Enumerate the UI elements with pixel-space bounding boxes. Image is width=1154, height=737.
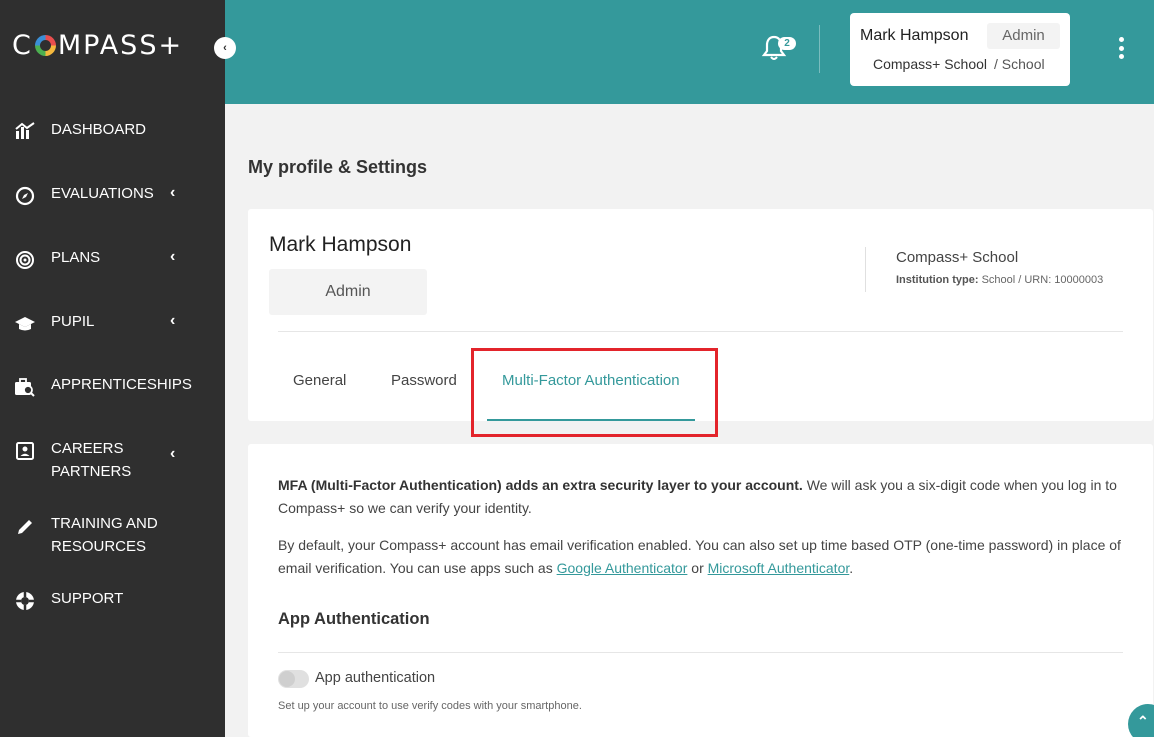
profile-divider — [865, 247, 866, 292]
chevron-left-icon: ‹ — [170, 312, 176, 329]
google-authenticator-link[interactable]: Google Authenticator — [557, 560, 688, 576]
logo-rest: MPASS+ — [57, 30, 184, 61]
header-user-type: / School — [994, 56, 1045, 72]
kebab-dot — [1118, 45, 1124, 51]
notification-count-badge: 2 — [778, 37, 796, 50]
institution-type-value: School / URN: 10000003 — [981, 274, 1104, 286]
header-user-name: Mark Hampson — [860, 27, 969, 44]
user-menu[interactable]: Mark Hampson Admin Compass+ School / Sch… — [850, 13, 1070, 86]
sidebar-item-label: DASHBOARD — [51, 121, 147, 138]
sidebar-item-label: TRAINING AND RESOURCES — [51, 515, 158, 555]
pencil-icon — [14, 516, 36, 538]
mfa-settings-card: MFA (Multi-Factor Authentication) adds a… — [248, 444, 1153, 737]
contact-card-icon — [14, 440, 36, 462]
profile-separator — [278, 331, 1123, 332]
sidebar-item-plans[interactable]: PLANS ‹ — [0, 246, 225, 270]
compass-logo[interactable]: C MPASS+ — [12, 30, 183, 61]
tab-password[interactable]: Password — [391, 372, 457, 389]
app-authentication-help: Set up your account to use verify codes … — [278, 700, 582, 712]
header-user-role: Admin — [987, 23, 1060, 49]
chart-icon — [14, 120, 36, 142]
profile-school: Compass+ School — [896, 249, 1019, 266]
graduation-cap-icon — [14, 313, 36, 335]
sidebar-item-label: CAREERS PARTNERS — [51, 440, 132, 480]
mfa-default-text: By default, your Compass+ account has em… — [278, 534, 1128, 579]
microsoft-authenticator-link[interactable]: Microsoft Authenticator — [708, 560, 850, 576]
sidebar-item-label: APPRENTICESHIPS — [51, 376, 192, 393]
mfa-or-text: or — [687, 559, 708, 576]
briefcase-search-icon — [14, 376, 36, 398]
sidebar: C MPASS+ DASHBOARD EVALUATIONS ‹ PLANS ‹ … — [0, 0, 225, 737]
lifebuoy-icon — [14, 590, 36, 612]
header-divider — [819, 25, 820, 73]
header-user-school: Compass+ School — [873, 56, 988, 72]
page-title: My profile & Settings — [248, 157, 428, 177]
app-authentication-heading: App Authentication — [278, 610, 430, 628]
chevron-up-icon: ⌃ — [1137, 713, 1149, 729]
tab-general[interactable]: General — [293, 372, 346, 389]
sidebar-item-pupil[interactable]: PUPIL ‹ — [0, 310, 225, 334]
section-separator — [278, 652, 1123, 653]
sidebar-item-support[interactable]: SUPPORT — [0, 587, 225, 611]
institution-info: Institution type: School / URN: 10000003 — [896, 274, 1103, 286]
compass-icon — [14, 185, 36, 207]
target-icon — [14, 249, 36, 271]
logo-c: C — [12, 30, 33, 61]
sidebar-item-apprenticeships[interactable]: APPRENTICESHIPS — [0, 373, 225, 397]
app-authentication-label: App authentication — [315, 670, 436, 686]
sidebar-item-careers-partners[interactable]: CAREERS PARTNERS ‹ — [0, 437, 225, 483]
top-header: 2 Mark Hampson Admin Compass+ School / S… — [225, 0, 1154, 104]
profile-role-badge: Admin — [269, 269, 427, 315]
sidebar-collapse-button[interactable]: ‹ — [214, 37, 236, 59]
chevron-left-icon: ‹ — [170, 184, 176, 201]
chevron-left-icon: ‹ — [223, 42, 227, 54]
profile-name: Mark Hampson — [269, 233, 412, 256]
mfa-intro-bold: MFA (Multi-Factor Authentication) adds a… — [278, 477, 803, 493]
kebab-dot — [1118, 37, 1124, 42]
more-options-icon[interactable] — [1118, 37, 1124, 59]
sidebar-item-dashboard[interactable]: DASHBOARD — [0, 118, 225, 142]
chevron-left-icon: ‹ — [170, 445, 176, 462]
highlight-annotation — [471, 348, 718, 437]
mfa-intro-text: MFA (Multi-Factor Authentication) adds a… — [278, 474, 1128, 519]
sidebar-item-training-resources[interactable]: TRAINING AND RESOURCES — [0, 512, 225, 558]
sidebar-item-label: SUPPORT — [51, 590, 124, 607]
institution-type-label: Institution type: — [896, 274, 979, 286]
logo-o-ring — [34, 35, 56, 56]
kebab-dot — [1118, 54, 1124, 59]
mfa-period: . — [849, 559, 854, 576]
app-authentication-toggle[interactable] — [278, 670, 309, 688]
chevron-left-icon: ‹ — [170, 248, 176, 265]
sidebar-item-evaluations[interactable]: EVALUATIONS ‹ — [0, 182, 225, 206]
